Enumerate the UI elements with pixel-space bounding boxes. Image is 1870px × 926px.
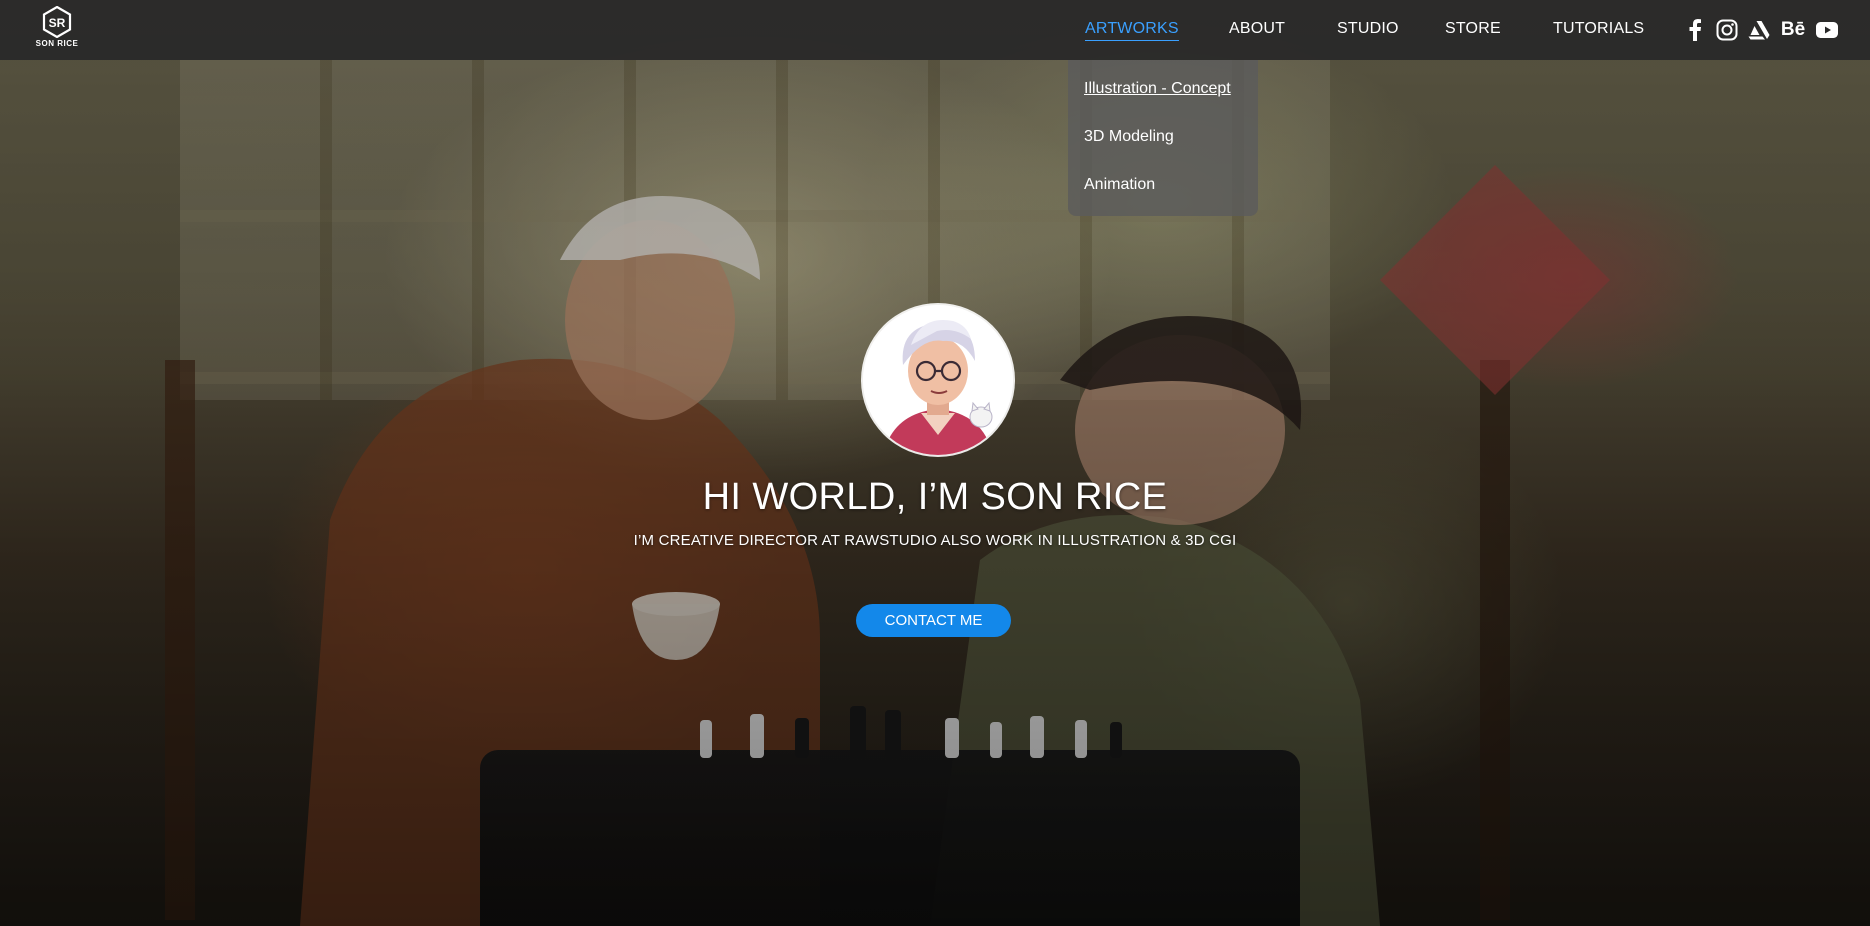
instagram-icon[interactable] [1715,18,1739,42]
nav-item-about[interactable]: ABOUT [1229,20,1285,38]
svg-text:SR: SR [49,16,66,30]
site-logo[interactable]: SR SON RICE [34,6,80,54]
nav-item-artworks[interactable]: ARTWORKS [1085,20,1179,41]
logo-wordmark: SON RICE [35,39,79,48]
nav-item-tutorials[interactable]: TUTORIALS [1553,20,1644,38]
artstation-icon[interactable] [1747,18,1771,42]
contact-me-button[interactable]: CONTACT ME [856,604,1011,637]
dropdown-item-animation[interactable]: Animation [1084,176,1155,194]
nav-item-store[interactable]: STORE [1445,20,1501,38]
behance-label: Bē [1780,19,1806,40]
facebook-icon[interactable] [1683,18,1707,42]
avatar-illustration [863,305,1013,455]
behance-icon[interactable]: Bē [1779,18,1807,42]
top-navigation-bar: SR SON RICE ARTWORKS ABOUT STUDIO STORE … [0,0,1870,60]
page: SR SON RICE ARTWORKS ABOUT STUDIO STORE … [0,0,1870,926]
artworks-dropdown-menu: Illustration - Concept 3D Modeling Anima… [1068,60,1258,216]
dropdown-item-3d-modeling[interactable]: 3D Modeling [1084,128,1174,146]
sr-monogram-logo-icon: SR [42,6,72,38]
youtube-icon[interactable] [1815,18,1839,42]
social-links: Bē [1683,16,1839,44]
hero-headline: HI WORLD, I’M SON RICE [702,476,1168,518]
hero-overlay [0,0,1870,926]
profile-avatar [863,305,1013,455]
dropdown-item-illustration-concept[interactable]: Illustration - Concept [1084,80,1231,98]
hero-subline: I’M CREATIVE DIRECTOR AT RAWSTUDIO ALSO … [633,532,1237,549]
nav-item-studio[interactable]: STUDIO [1337,20,1399,38]
